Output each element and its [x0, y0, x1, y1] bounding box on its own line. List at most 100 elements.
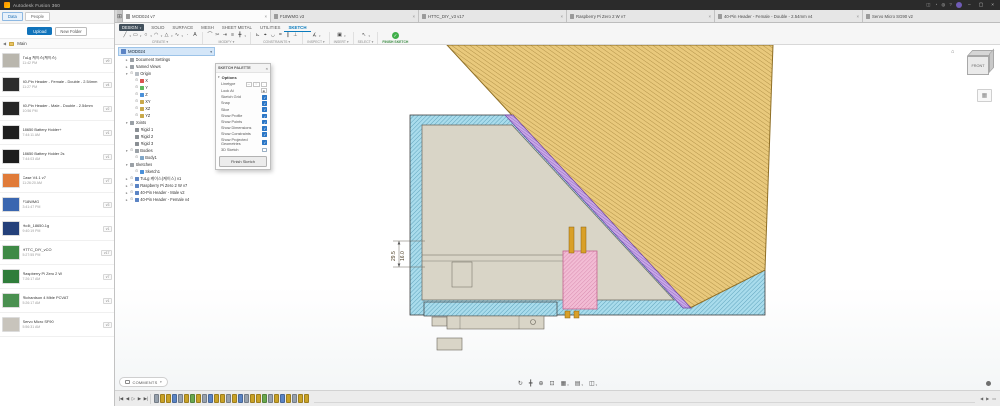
- group-label-insert[interactable]: INSERT ▾: [334, 40, 349, 44]
- show-constraints-checkbox[interactable]: ✓: [262, 132, 267, 137]
- insert-icon[interactable]: ▣: [337, 33, 343, 38]
- group-label-create[interactable]: CREATE ▾: [152, 40, 168, 44]
- minimize-button[interactable]: –: [966, 3, 973, 8]
- timeline-feature-icon[interactable]: [244, 394, 249, 403]
- zoom-icon[interactable]: ⊕: [539, 380, 544, 387]
- slice-checkbox[interactable]: ✓: [262, 107, 267, 112]
- visibility-eye-icon[interactable]: ⊙: [130, 149, 133, 153]
- timeline-step-forward-button[interactable]: ▶: [138, 396, 141, 402]
- display-options-icon[interactable]: ▦: [977, 89, 992, 102]
- group-label-inspect[interactable]: INSPECT ▾: [307, 40, 324, 44]
- browser-node[interactable]: ⊙Body1: [118, 154, 215, 161]
- caret-icon[interactable]: ▾: [125, 163, 129, 167]
- finish-sketch-button[interactable]: Finish Sketch: [219, 156, 267, 167]
- fit-icon[interactable]: ⊡: [550, 380, 555, 387]
- ribbon-tab-mesh[interactable]: MESH: [197, 23, 218, 32]
- timeline-scroll-left-icon[interactable]: ◀: [980, 396, 983, 401]
- browser-node[interactable]: ▾Joints: [118, 119, 215, 126]
- browser-node[interactable]: ⊙XZ: [118, 105, 215, 112]
- linetype-option-icon[interactable]: ─: [246, 82, 253, 87]
- tangent-constraint-icon[interactable]: ◡: [270, 33, 276, 38]
- list-item[interactable]: HTTC_DIY_vCO5:27:55 PMv17: [0, 241, 114, 265]
- close-tab-icon[interactable]: ×: [560, 14, 563, 19]
- browser-node[interactable]: ▾⊙Bodies: [118, 147, 215, 154]
- dropdown-caret-icon[interactable]: ▾: [344, 34, 345, 38]
- dimension-value[interactable]: 29.5: [391, 251, 397, 261]
- show-dimensions-checkbox[interactable]: ✓: [262, 126, 267, 131]
- view-cube[interactable]: ⌂ FRONT: [953, 48, 995, 86]
- version-badge[interactable]: v2: [103, 106, 112, 112]
- timeline-options-icon[interactable]: ▭: [992, 396, 996, 401]
- browser-node[interactable]: ▸Named Views: [118, 63, 215, 70]
- caret-icon[interactable]: ▾: [125, 121, 129, 125]
- browser-node[interactable]: ▾⊙Origin: [118, 70, 215, 77]
- move-copy-icon[interactable]: ╋: [237, 33, 243, 38]
- chevron-down-icon[interactable]: ▾: [210, 50, 212, 54]
- dropdown-caret-icon[interactable]: ▾: [182, 34, 183, 38]
- version-badge[interactable]: v7: [103, 178, 112, 184]
- ribbon-tab-surface[interactable]: SURFACE: [168, 23, 197, 32]
- point-icon[interactable]: ·: [184, 33, 190, 38]
- comments-button[interactable]: COMMENTS ▾: [119, 377, 168, 387]
- document-tab[interactable]: Raspberry Pi Zero 2 W v7×: [567, 10, 715, 22]
- bottom-lid-section[interactable]: [424, 302, 557, 316]
- timeline-feature-icon[interactable]: [262, 394, 267, 403]
- spline-icon[interactable]: ∿: [174, 33, 180, 38]
- visibility-eye-icon[interactable]: ⊙: [135, 86, 138, 90]
- timeline-track[interactable]: [314, 394, 975, 403]
- visibility-eye-icon[interactable]: ⊙: [135, 93, 138, 97]
- caret-icon[interactable]: ▸: [125, 58, 129, 62]
- close-tab-icon[interactable]: ×: [708, 14, 711, 19]
- list-item[interactable]: 40-Pin Header - Male - Double - 2.54mm10…: [0, 97, 114, 121]
- timeline-feature-icon[interactable]: [208, 394, 213, 403]
- browser-node[interactable]: ⊙Z: [118, 91, 215, 98]
- document-tab[interactable]: Servo Micro SG90 v2×: [863, 10, 1000, 22]
- visibility-eye-icon[interactable]: ⊙: [135, 100, 138, 104]
- text-icon[interactable]: A: [192, 33, 198, 38]
- list-item[interactable]: Raspberry Pi Zero 2 W7:26:17 AMv7: [0, 265, 114, 289]
- extensions-icon[interactable]: ◫: [926, 3, 930, 8]
- browser-node[interactable]: ▾Sketches: [118, 161, 215, 168]
- snap-checkbox[interactable]: ✓: [262, 101, 267, 106]
- list-item[interactable]: Servo Micro SF905:56:31 AMv2: [0, 313, 114, 337]
- canvas-view[interactable]: 29.5 16.0 MOD024 ▾ ▸Document Settings▸Na…: [115, 45, 1000, 390]
- version-badge[interactable]: v1: [103, 298, 112, 304]
- new-folder-button[interactable]: New Folder: [55, 27, 86, 36]
- finish-sketch-icon[interactable]: ✓: [392, 32, 399, 39]
- timeline-feature-icon[interactable]: [160, 394, 165, 403]
- close-tab-icon[interactable]: ×: [264, 14, 267, 19]
- dropdown-caret-icon[interactable]: ▾: [171, 34, 172, 38]
- visibility-eye-icon[interactable]: ⊙: [130, 184, 133, 188]
- timeline-scroll-right-icon[interactable]: ▶: [986, 396, 989, 401]
- linetype-option-icon[interactable]: ╌: [253, 82, 260, 87]
- notification-bell-icon[interactable]: [986, 381, 992, 387]
- timeline-feature-icon[interactable]: [286, 394, 291, 403]
- visibility-eye-icon[interactable]: ⊙: [130, 177, 133, 181]
- account-avatar[interactable]: [956, 2, 962, 8]
- viewports-icon[interactable]: ◫▾: [589, 380, 597, 387]
- timeline-feature-icon[interactable]: [280, 394, 285, 403]
- group-label-modify[interactable]: MODIFY ▾: [219, 40, 235, 44]
- coincident-constraint-icon[interactable]: ⌖: [262, 33, 268, 38]
- notifications-icon[interactable]: ◍: [941, 3, 945, 8]
- visibility-eye-icon[interactable]: ⊙: [130, 191, 133, 195]
- version-badge[interactable]: v3: [103, 202, 112, 208]
- close-button[interactable]: ×: [989, 3, 996, 8]
- timeline-play-button[interactable]: ▷: [132, 396, 135, 402]
- timeline-feature-icon[interactable]: [178, 394, 183, 403]
- visibility-eye-icon[interactable]: ⊙: [135, 114, 138, 118]
- timeline-feature-icon[interactable]: [202, 394, 207, 403]
- polygon-icon[interactable]: △: [164, 33, 170, 38]
- visibility-eye-icon[interactable]: ⊙: [135, 170, 138, 174]
- timeline-feature-icon[interactable]: [298, 394, 303, 403]
- browser-node[interactable]: ▸⊙Raspberry Pi Zero 2 W v7: [118, 182, 215, 189]
- viewcube-right-face[interactable]: [989, 48, 994, 73]
- horizontal-vertical-constraint-icon[interactable]: ⊾: [255, 33, 261, 38]
- timeline-step-back-button[interactable]: ◀: [126, 396, 129, 402]
- help-icon[interactable]: ?: [949, 3, 952, 8]
- group-label-select[interactable]: SELECT ▾: [358, 40, 374, 44]
- caret-icon[interactable]: ▸: [125, 65, 129, 69]
- visibility-eye-icon[interactable]: ⊙: [135, 156, 138, 160]
- line-icon[interactable]: ╱: [122, 33, 128, 38]
- version-badge[interactable]: v4: [103, 82, 112, 88]
